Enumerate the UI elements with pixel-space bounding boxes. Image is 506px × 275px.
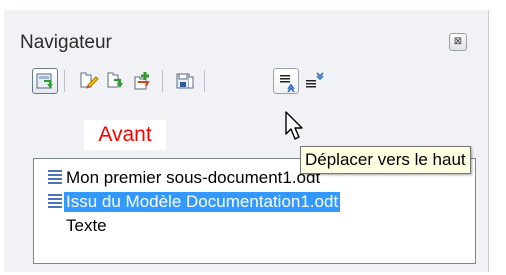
document-icon — [46, 192, 64, 212]
move-down-icon — [306, 72, 324, 88]
insert-icon — [134, 72, 150, 90]
save-contents-button[interactable] — [172, 68, 198, 94]
update-button[interactable] — [103, 68, 129, 94]
toggle-master-view-button[interactable] — [32, 68, 58, 94]
toggle-master-view-icon — [36, 73, 53, 89]
toolbar-separator — [162, 70, 163, 92]
mouse-cursor-icon — [285, 111, 303, 140]
list-item-label: Texte — [66, 216, 107, 235]
list-item-label: Mon premier sous-document1.odt — [66, 168, 321, 187]
list-item[interactable]: Mon premier sous-document1.odt — [46, 167, 322, 189]
panel-title: Navigateur — [20, 32, 112, 53]
move-down-button[interactable] — [301, 68, 327, 94]
move-up-button[interactable] — [273, 68, 299, 94]
insert-button[interactable] — [130, 68, 156, 94]
update-icon — [107, 72, 123, 88]
list-item-selected[interactable]: Issu du Modèle Documentation1.odt — [46, 191, 341, 213]
list-item[interactable]: Texte — [46, 215, 109, 237]
document-icon — [46, 168, 64, 188]
annotation-label: Avant — [84, 120, 166, 150]
edit-button[interactable] — [76, 68, 102, 94]
toolbar-separator — [204, 70, 205, 92]
edit-icon — [80, 72, 99, 89]
close-icon: ⊠ — [453, 36, 463, 47]
tooltip: Déplacer vers le haut — [300, 146, 471, 174]
save-contents-icon — [176, 73, 194, 89]
move-up-icon — [280, 75, 295, 92]
list-item-label: Issu du Modèle Documentation1.odt — [64, 192, 341, 212]
toolbar-separator — [64, 70, 65, 92]
close-button[interactable]: ⊠ — [449, 33, 467, 51]
